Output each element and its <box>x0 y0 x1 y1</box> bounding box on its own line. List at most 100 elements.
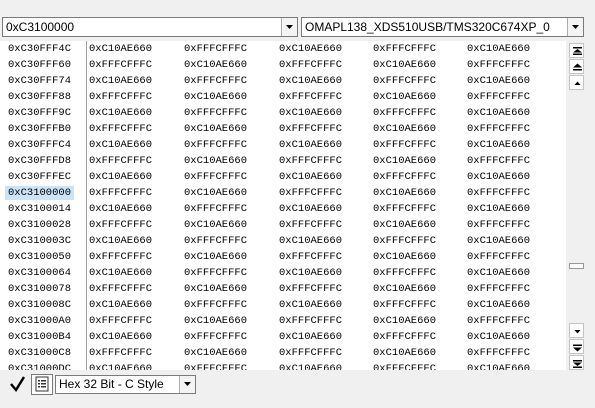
memory-address[interactable]: 0xC30FFF4C <box>8 42 71 56</box>
memory-value-cell[interactable]: 0xC10AE660 <box>184 346 247 360</box>
memory-value-cell[interactable]: 0xFFFCFFFC <box>467 186 530 200</box>
memory-value-cell[interactable]: 0xC10AE660 <box>373 90 436 104</box>
memory-value-cell[interactable]: 0xC10AE660 <box>89 330 152 344</box>
memory-value-cell[interactable]: 0xC10AE660 <box>373 346 436 360</box>
memory-value-cell[interactable]: 0xC10AE660 <box>184 58 247 72</box>
page-down-button[interactable] <box>569 339 584 354</box>
memory-value-cell[interactable]: 0xC10AE660 <box>467 170 530 184</box>
memory-value-cell[interactable]: 0xFFFCFFFC <box>89 218 152 232</box>
memory-value-cell[interactable]: 0xFFFCFFFC <box>373 362 436 370</box>
memory-value-cell[interactable]: 0xC10AE660 <box>467 138 530 152</box>
memory-address[interactable]: 0xC3100028 <box>8 218 71 232</box>
memory-grid[interactable]: 0xC30FFF4C 0xC10AE660 0xFFFCFFFC 0xC10AE660… <box>0 41 566 370</box>
memory-value-cell[interactable]: 0xC10AE660 <box>279 170 342 184</box>
memory-value-cell[interactable]: 0xC10AE660 <box>467 74 530 88</box>
memory-address[interactable]: 0xC30FFF88 <box>8 90 71 104</box>
address-input-value[interactable]: 0xC3100000 <box>6 20 74 35</box>
memory-address[interactable]: 0xC3100014 <box>8 202 71 216</box>
memory-address[interactable]: 0xC3100050 <box>8 250 71 264</box>
memory-value-cell[interactable]: 0xFFFCFFFC <box>184 170 247 184</box>
memory-value-cell[interactable]: 0xFFFCFFFC <box>89 154 152 168</box>
memory-value-cell[interactable]: 0xFFFCFFFC <box>89 346 152 360</box>
memory-value-cell[interactable]: 0xC10AE660 <box>467 106 530 120</box>
memory-value-cell[interactable]: 0xC10AE660 <box>373 154 436 168</box>
memory-value-cell[interactable]: 0xFFFCFFFC <box>373 330 436 344</box>
memory-value-cell[interactable]: 0xC10AE660 <box>373 218 436 232</box>
memory-value-cell[interactable]: 0xC10AE660 <box>373 250 436 264</box>
memory-value-cell[interactable]: 0xC10AE660 <box>467 202 530 216</box>
memory-value-cell[interactable]: 0xC10AE660 <box>89 234 152 248</box>
memory-value-cell[interactable]: 0xFFFCFFFC <box>279 218 342 232</box>
memory-address[interactable]: 0xC30FFFD8 <box>8 154 71 168</box>
format-dropdown-button[interactable] <box>179 376 195 393</box>
memory-address[interactable]: 0xC310008C <box>8 298 71 312</box>
scroll-top-button[interactable] <box>569 43 584 58</box>
memory-value-cell[interactable]: 0xFFFCFFFC <box>373 234 436 248</box>
memory-format-button[interactable] <box>31 374 53 395</box>
memory-value-cell[interactable]: 0xFFFCFFFC <box>373 266 436 280</box>
memory-address[interactable]: 0xC3100078 <box>8 282 71 296</box>
memory-value-cell[interactable]: 0xC10AE660 <box>279 202 342 216</box>
memory-address[interactable]: 0xC31000DC <box>8 362 71 370</box>
memory-value-cell[interactable]: 0xFFFCFFFC <box>89 122 152 136</box>
memory-value-cell[interactable]: 0xFFFCFFFC <box>184 330 247 344</box>
memory-value-cell[interactable]: 0xC10AE660 <box>279 42 342 56</box>
memory-address[interactable]: 0xC3100000 <box>5 186 75 200</box>
memory-value-cell[interactable]: 0xFFFCFFFC <box>279 346 342 360</box>
memory-value-cell[interactable]: 0xFFFCFFFC <box>467 282 530 296</box>
memory-value-cell[interactable]: 0xFFFCFFFC <box>467 314 530 328</box>
memory-value-cell[interactable]: 0xC10AE660 <box>279 362 342 370</box>
memory-value-cell[interactable]: 0xFFFCFFFC <box>184 138 247 152</box>
memory-value-cell[interactable]: 0xC10AE660 <box>467 298 530 312</box>
memory-value-cell[interactable]: 0xC10AE660 <box>184 154 247 168</box>
memory-value-cell[interactable]: 0xFFFCFFFC <box>373 42 436 56</box>
memory-value-cell[interactable]: 0xFFFCFFFC <box>184 74 247 88</box>
memory-value-cell[interactable]: 0xC10AE660 <box>184 218 247 232</box>
memory-value-cell[interactable]: 0xFFFCFFFC <box>184 266 247 280</box>
memory-value-cell[interactable]: 0xC10AE660 <box>89 170 152 184</box>
memory-address[interactable]: 0xC3100064 <box>8 266 71 280</box>
memory-value-cell[interactable]: 0xC10AE660 <box>279 330 342 344</box>
refresh-button[interactable] <box>8 374 28 394</box>
memory-value-cell[interactable]: 0xFFFCFFFC <box>373 106 436 120</box>
memory-value-cell[interactable]: 0xC10AE660 <box>89 362 152 370</box>
memory-value-cell[interactable]: 0xFFFCFFFC <box>373 202 436 216</box>
memory-value-cell[interactable]: 0xFFFCFFFC <box>467 346 530 360</box>
memory-value-cell[interactable]: 0xC10AE660 <box>467 362 530 370</box>
memory-value-cell[interactable]: 0xFFFCFFFC <box>89 250 152 264</box>
memory-value-cell[interactable]: 0xFFFCFFFC <box>279 122 342 136</box>
memory-value-cell[interactable]: 0xC10AE660 <box>184 186 247 200</box>
memory-value-cell[interactable]: 0xFFFCFFFC <box>373 74 436 88</box>
memory-value-cell[interactable]: 0xC10AE660 <box>467 234 530 248</box>
memory-value-cell[interactable]: 0xC10AE660 <box>373 186 436 200</box>
line-down-button[interactable] <box>569 323 584 338</box>
memory-value-cell[interactable]: 0xC10AE660 <box>467 42 530 56</box>
memory-value-cell[interactable]: 0xFFFCFFFC <box>467 218 530 232</box>
memory-value-cell[interactable]: 0xC10AE660 <box>89 202 152 216</box>
memory-value-cell[interactable]: 0xFFFCFFFC <box>467 90 530 104</box>
memory-value-cell[interactable]: 0xC10AE660 <box>184 282 247 296</box>
memory-address[interactable]: 0xC30FFF74 <box>8 74 71 88</box>
memory-value-cell[interactable]: 0xFFFCFFFC <box>373 170 436 184</box>
memory-value-cell[interactable]: 0xC10AE660 <box>184 250 247 264</box>
memory-value-cell[interactable]: 0xC10AE660 <box>184 122 247 136</box>
memory-value-cell[interactable]: 0xC10AE660 <box>89 138 152 152</box>
memory-address[interactable]: 0xC31000C8 <box>8 346 71 360</box>
memory-value-cell[interactable]: 0xC10AE660 <box>467 266 530 280</box>
line-up-button[interactable] <box>569 75 584 90</box>
memory-value-cell[interactable]: 0xFFFCFFFC <box>279 282 342 296</box>
memory-value-cell[interactable]: 0xC10AE660 <box>373 58 436 72</box>
memory-value-cell[interactable]: 0xC10AE660 <box>89 74 152 88</box>
memory-value-cell[interactable]: 0xC10AE660 <box>184 314 247 328</box>
memory-value-cell[interactable]: 0xC10AE660 <box>373 282 436 296</box>
memory-value-cell[interactable]: 0xC10AE660 <box>467 330 530 344</box>
page-up-button[interactable] <box>569 59 584 74</box>
format-combobox[interactable]: Hex 32 Bit - C Style <box>55 375 196 394</box>
memory-value-cell[interactable]: 0xFFFCFFFC <box>467 250 530 264</box>
memory-address[interactable]: 0xC30FFF9C <box>8 106 71 120</box>
memory-value-cell[interactable]: 0xFFFCFFFC <box>279 58 342 72</box>
memory-address[interactable]: 0xC30FFF60 <box>8 58 71 72</box>
memory-value-cell[interactable]: 0xC10AE660 <box>89 42 152 56</box>
memory-value-cell[interactable]: 0xC10AE660 <box>89 266 152 280</box>
memory-value-cell[interactable]: 0xC10AE660 <box>373 314 436 328</box>
